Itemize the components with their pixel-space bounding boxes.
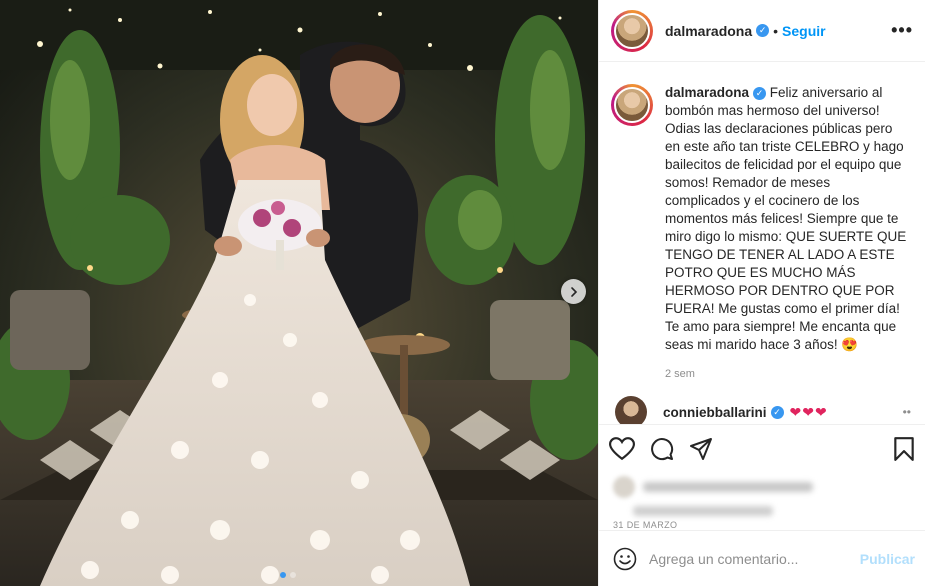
comment-emojis: ❤❤❤ — [789, 403, 828, 420]
post-dialog: dalmaradona ✓ • Seguir ••• dalmaradona ✓ … — [0, 0, 925, 586]
commenter-username[interactable]: conniebballarini — [663, 405, 767, 420]
wedding-photo — [0, 0, 598, 586]
comments-section[interactable]: dalmaradona ✓ Feliz aniversario al bombón… — [599, 62, 925, 424]
likes-summary-blurred — [613, 476, 911, 498]
comment-more-icon[interactable]: •• — [903, 405, 911, 419]
separator-dot: • — [773, 22, 779, 39]
add-comment-bar: Publicar — [599, 530, 925, 586]
caption-timestamp[interactable]: 2 sem — [665, 368, 911, 380]
verified-badge-icon: ✓ — [770, 405, 784, 419]
caption-body: Feliz aniversario al bombón mas hermoso … — [665, 85, 907, 352]
likes-text-blurred — [643, 482, 813, 492]
caption-text: dalmaradona ✓ Feliz aniversario al bombón… — [665, 84, 908, 354]
verified-badge-icon: ✓ — [753, 86, 767, 100]
caption-row: dalmaradona ✓ Feliz aniversario al bombón… — [611, 84, 911, 354]
author-username[interactable]: dalmaradona — [665, 23, 752, 39]
post-header: dalmaradona ✓ • Seguir ••• — [599, 0, 925, 62]
avatar-image — [614, 12, 650, 49]
verified-badge-icon: ✓ — [756, 24, 770, 37]
chevron-right-icon — [570, 286, 577, 297]
likes-text-blurred-2 — [633, 506, 773, 516]
comment-icon[interactable] — [649, 437, 675, 461]
carousel-indicator — [280, 572, 296, 578]
emoji-icon[interactable] — [613, 547, 637, 571]
commenter-avatar[interactable] — [615, 396, 647, 424]
carousel-dot-active — [280, 572, 286, 578]
liker-avatar — [613, 476, 635, 498]
publish-button[interactable]: Publicar — [860, 551, 915, 567]
more-options-icon[interactable]: ••• — [891, 20, 913, 41]
bookmark-icon[interactable] — [893, 436, 915, 462]
caption-username[interactable]: dalmaradona — [665, 85, 749, 100]
heart-icon[interactable] — [609, 436, 635, 461]
follow-button[interactable]: Seguir — [782, 23, 826, 39]
action-bar — [599, 424, 925, 472]
caption-author-avatar[interactable] — [611, 84, 653, 126]
share-icon[interactable] — [689, 437, 713, 461]
post-date[interactable]: 31 DE MARZO — [613, 520, 911, 530]
avatar-image — [614, 87, 650, 123]
comment-input[interactable] — [649, 550, 860, 567]
post-sidebar: dalmaradona ✓ • Seguir ••• dalmaradona ✓ … — [598, 0, 925, 586]
likes-section: 31 DE MARZO — [599, 472, 925, 530]
author-avatar[interactable] — [611, 9, 653, 52]
carousel-dot — [290, 572, 296, 578]
comment-item: conniebballarini ✓ ❤❤❤ •• — [611, 396, 911, 424]
post-photo[interactable] — [0, 0, 598, 586]
next-image-button[interactable] — [561, 279, 586, 304]
